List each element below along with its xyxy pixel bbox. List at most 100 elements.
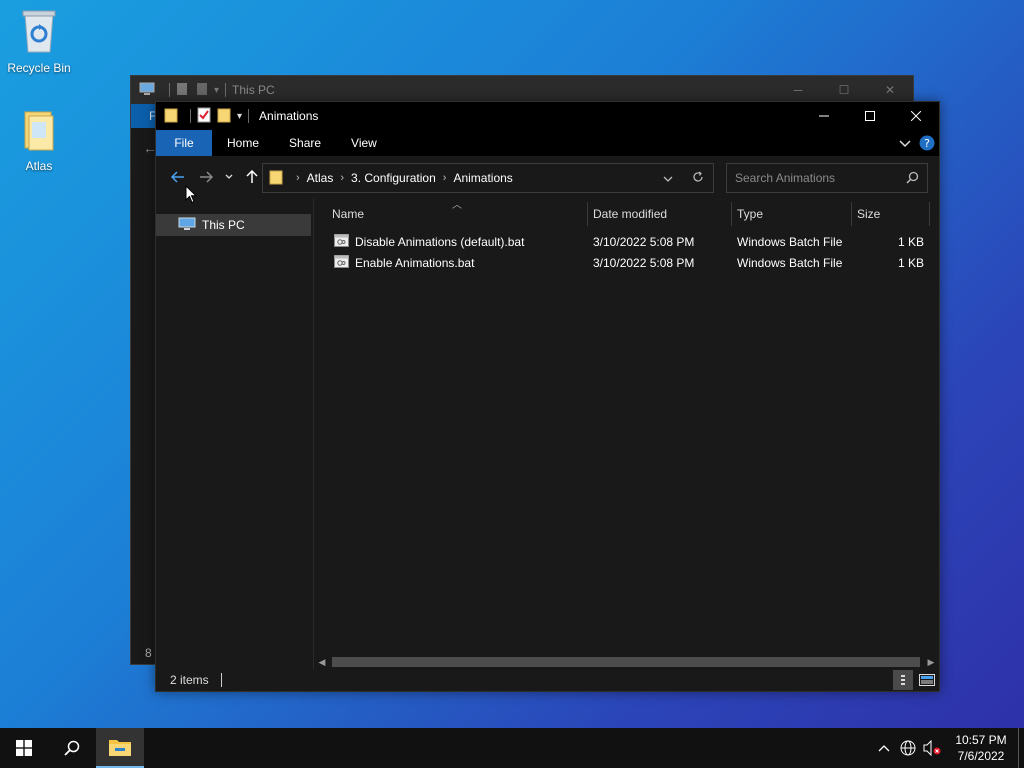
customize-qat-icon[interactable]: ▾	[237, 111, 242, 122]
computer-icon	[139, 82, 155, 99]
address-dropdown-button[interactable]	[653, 171, 683, 185]
show-desktop-button[interactable]	[1018, 728, 1024, 768]
scrollbar-thumb[interactable]	[332, 657, 920, 667]
maximize-button[interactable]: ☐	[821, 76, 867, 104]
chevron-down-icon	[225, 174, 233, 179]
scroll-right-button[interactable]: ▶	[923, 657, 939, 668]
recent-locations-button[interactable]	[220, 163, 238, 191]
animations-window[interactable]: ▾ Animations File Home Share View ? › At…	[155, 101, 940, 692]
column-header-size[interactable]: Size	[852, 202, 930, 226]
search-button[interactable]	[48, 728, 96, 768]
properties-icon[interactable]	[176, 82, 188, 99]
breadcrumb-configuration[interactable]: 3. Configuration	[351, 171, 436, 185]
search-box[interactable]	[726, 163, 928, 193]
breadcrumb-separator[interactable]: ›	[443, 172, 447, 184]
file-type: Windows Batch File	[737, 234, 843, 249]
file-tab-partial[interactable]: F	[131, 104, 157, 128]
tab-view[interactable]: View	[336, 130, 392, 156]
computer-icon	[178, 217, 196, 234]
file-explorer-taskbar-button[interactable]	[96, 728, 144, 768]
back-arrow-icon	[171, 171, 184, 183]
column-header-date[interactable]: Date modified	[588, 202, 732, 226]
clock[interactable]: 10:57 PM 7/6/2022	[944, 732, 1018, 764]
volume-muted-icon	[923, 740, 941, 756]
close-button[interactable]	[893, 102, 939, 130]
file-size: 1 KB	[897, 234, 924, 249]
folder-icon	[269, 169, 283, 188]
batch-file-icon	[334, 254, 349, 271]
breadcrumb-separator[interactable]: ›	[340, 172, 344, 184]
refresh-button[interactable]	[683, 171, 713, 186]
file-name: Enable Animations.bat	[355, 255, 475, 270]
up-arrow-icon	[246, 170, 258, 183]
network-button[interactable]	[896, 728, 920, 768]
horizontal-scrollbar[interactable]: ◀ ▶	[314, 654, 939, 670]
details-view-button[interactable]	[893, 670, 913, 690]
mouse-cursor-icon	[185, 184, 198, 207]
start-button[interactable]	[0, 728, 48, 768]
column-label: Name	[332, 207, 365, 221]
svg-text:?: ?	[924, 137, 930, 150]
properties-icon[interactable]	[197, 107, 211, 126]
globe-icon	[900, 740, 916, 756]
volume-button[interactable]	[920, 728, 944, 768]
file-name: Disable Animations (default).bat	[355, 234, 525, 249]
nav-item-this-pc[interactable]: This PC	[156, 214, 311, 236]
separator	[190, 109, 191, 123]
help-icon[interactable]: ?	[919, 135, 935, 154]
minimize-button[interactable]	[801, 102, 847, 130]
search-icon[interactable]	[906, 171, 919, 187]
breadcrumb-animations[interactable]: Animations	[453, 171, 512, 185]
column-header-type[interactable]: Type	[732, 202, 852, 226]
file-size: 1 KB	[897, 255, 924, 270]
column-header-name[interactable]: ︿ Name	[314, 200, 588, 226]
file-date: 3/10/2022 5:08 PM	[593, 234, 695, 249]
new-folder-icon[interactable]	[196, 82, 208, 99]
clock-date: 7/6/2022	[957, 749, 1005, 763]
text-cursor	[220, 673, 222, 687]
item-count: 2 items	[170, 673, 209, 687]
minimize-icon	[819, 115, 829, 117]
sort-ascending-icon: ︿	[452, 200, 462, 211]
breadcrumb-atlas[interactable]: Atlas	[307, 171, 334, 185]
ribbon-tabs: File Home Share View ?	[156, 130, 939, 156]
scroll-left-button[interactable]: ◀	[314, 657, 330, 668]
titlebar[interactable]: ▾ Animations	[156, 102, 939, 130]
breadcrumb-separator[interactable]: ›	[296, 172, 300, 184]
tab-share[interactable]: Share	[274, 130, 336, 156]
tab-file[interactable]: File	[156, 130, 212, 156]
details-view-icon	[901, 675, 905, 685]
separator	[248, 109, 250, 123]
recycle-bin-icon	[1, 8, 77, 57]
recycle-bin-label: Recycle Bin	[7, 61, 71, 75]
address-box[interactable]: › Atlas › 3. Configuration › Animations	[262, 163, 714, 193]
back-titlebar[interactable]: ▾ This PC ─ ☐ ✕	[131, 76, 913, 104]
show-hidden-icons-button[interactable]	[872, 728, 896, 768]
maximize-button[interactable]	[847, 102, 893, 130]
file-date: 3/10/2022 5:08 PM	[593, 255, 695, 270]
taskbar: 10:57 PM 7/6/2022	[0, 728, 1024, 768]
file-row[interactable]: Disable Animations (default).bat 3/10/20…	[314, 231, 939, 252]
atlas-folder-shortcut[interactable]: Atlas	[1, 108, 77, 173]
search-input[interactable]	[735, 171, 903, 185]
back-window-title: This PC	[232, 83, 275, 97]
batch-file-icon	[334, 233, 349, 250]
chevron-down-icon	[663, 176, 673, 182]
system-tray: 10:57 PM 7/6/2022	[872, 728, 1024, 768]
nav-item-label: This PC	[202, 218, 245, 232]
navigation-pane[interactable]: This PC	[156, 198, 314, 670]
body-area: This PC ︿ Name Date modified Type Size D…	[156, 198, 939, 670]
tab-home[interactable]: Home	[212, 130, 274, 156]
folder-icon	[164, 107, 178, 126]
close-button[interactable]: ✕	[867, 76, 913, 104]
address-bar-row: › Atlas › 3. Configuration › Animations	[156, 156, 939, 198]
new-folder-icon[interactable]	[217, 107, 231, 126]
minimize-button[interactable]: ─	[775, 76, 821, 104]
customize-qat-icon[interactable]: ▾	[214, 85, 219, 96]
file-list[interactable]: ︿ Name Date modified Type Size Disable A…	[314, 198, 939, 670]
recycle-bin-shortcut[interactable]: Recycle Bin	[1, 8, 77, 75]
file-row[interactable]: Enable Animations.bat 3/10/2022 5:08 PM …	[314, 252, 939, 273]
large-icons-view-button[interactable]	[917, 670, 937, 690]
window-title: Animations	[259, 109, 319, 123]
expand-ribbon-icon[interactable]	[899, 139, 911, 151]
